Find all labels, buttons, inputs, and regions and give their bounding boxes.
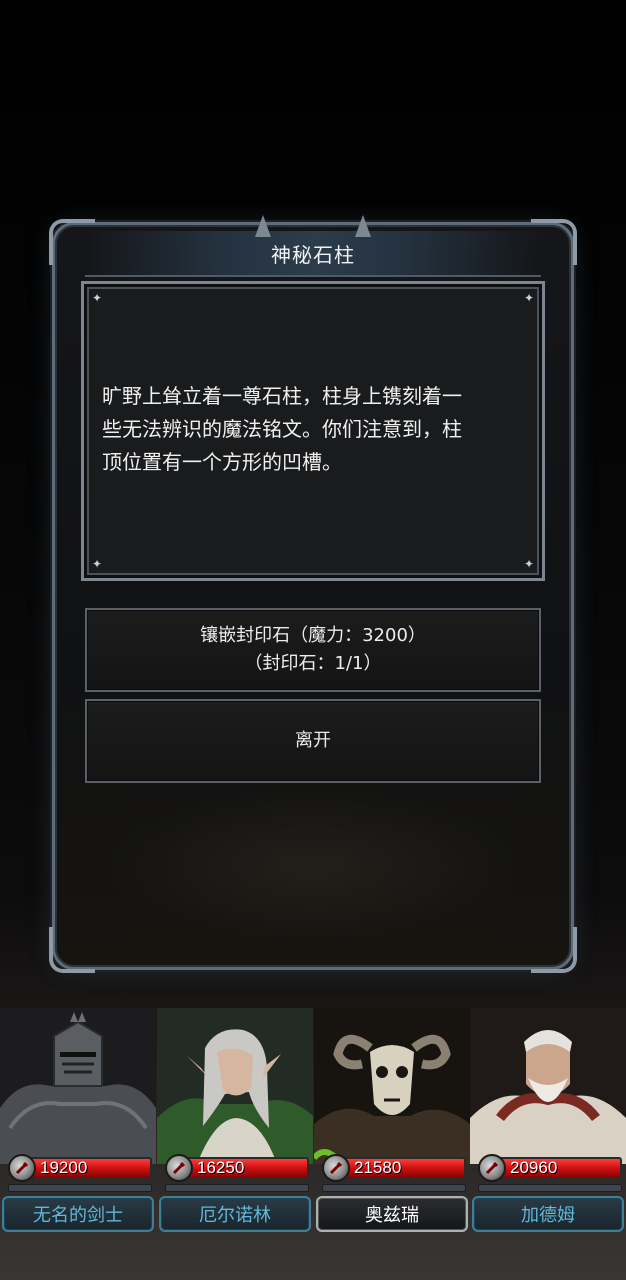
frame-corner-ornament	[49, 927, 95, 973]
mp-bar	[165, 1184, 309, 1192]
party-member-4[interactable]: 20960 加德姆	[470, 1008, 626, 1238]
option-sublabel: （封印石：1/1）	[244, 653, 382, 674]
hero-name-button[interactable]: 厄尔诺林	[159, 1196, 311, 1232]
party-member-2[interactable]: 16250 厄尔诺林	[157, 1008, 313, 1238]
sparkle-icon: ✦	[523, 557, 534, 571]
party-member-3[interactable]: 21580 奥兹瑞	[314, 1008, 470, 1238]
sparkle-icon: ✦	[92, 291, 103, 305]
party-member-1[interactable]: 19200 无名的剑士	[0, 1008, 156, 1238]
story-text: 旷野上耸立着一尊石柱，柱身上镌刻着一 些无法辨识的魔法铭文。你们注意到，柱 顶位…	[102, 380, 524, 479]
hp-value: 16250	[197, 1158, 245, 1177]
hp-gauge: 20960	[478, 1154, 622, 1182]
mp-bar	[8, 1184, 152, 1192]
hp-value: 20960	[510, 1158, 558, 1177]
option-label: 镶嵌封印石（魔力：3200）	[200, 625, 426, 646]
frame-corner-ornament	[531, 927, 577, 973]
hero-portrait[interactable]	[314, 1008, 470, 1164]
hp-sword-icon	[165, 1154, 193, 1182]
hp-sword-icon	[322, 1154, 350, 1182]
hp-gauge: 21580	[322, 1154, 466, 1182]
hero-portrait[interactable]	[157, 1008, 313, 1164]
hp-gauge: 16250	[165, 1154, 309, 1182]
hero-portrait[interactable]	[470, 1008, 626, 1164]
hero-name: 加德姆	[521, 1205, 575, 1226]
hp-sword-icon	[8, 1154, 36, 1182]
dialog-title-bar: 神秘石柱	[85, 215, 541, 277]
story-line: 旷野上耸立着一尊石柱，柱身上镌刻着一	[102, 384, 462, 408]
story-line: 顶位置有一个方形的凹槽。	[102, 450, 342, 474]
hero-name: 无名的剑士	[33, 1205, 123, 1226]
insert-seal-stone-button[interactable]: 镶嵌封印石（魔力：3200） （封印石：1/1）	[85, 608, 541, 692]
title-spike-ornament	[255, 215, 271, 237]
leave-button[interactable]: 离开	[85, 699, 541, 783]
title-spike-ornament	[355, 215, 371, 237]
hp-bar: 16250	[181, 1157, 309, 1179]
hp-value: 19200	[40, 1158, 88, 1177]
hp-value: 21580	[354, 1158, 402, 1177]
dialog-title: 神秘石柱	[271, 242, 355, 267]
hero-name: 厄尔诺林	[199, 1205, 271, 1226]
party-bar: 19200 无名的剑士 16250 厄尔诺林 21580 奥兹瑞 20960 加…	[0, 1008, 626, 1238]
hp-sword-icon	[478, 1154, 506, 1182]
option-label: 离开	[295, 730, 331, 751]
hp-bar: 21580	[338, 1157, 466, 1179]
event-dialog: 神秘石柱 ✦ ✦ ✦ ✦ 旷野上耸立着一尊石柱，柱身上镌刻着一 些无法辨识的魔法…	[49, 215, 577, 973]
hero-portrait[interactable]	[0, 1008, 156, 1164]
hero-name-button[interactable]: 加德姆	[472, 1196, 624, 1232]
hero-name-button[interactable]: 无名的剑士	[2, 1196, 154, 1232]
hp-gauge: 19200	[8, 1154, 152, 1182]
hero-name-button[interactable]: 奥兹瑞	[316, 1196, 468, 1232]
mp-bar	[478, 1184, 622, 1192]
hero-name: 奥兹瑞	[365, 1205, 419, 1226]
hp-bar: 19200	[24, 1157, 152, 1179]
hp-bar: 20960	[494, 1157, 622, 1179]
story-panel: ✦ ✦ ✦ ✦ 旷野上耸立着一尊石柱，柱身上镌刻着一 些无法辨识的魔法铭文。你们…	[81, 281, 545, 581]
sparkle-icon: ✦	[523, 291, 534, 305]
sparkle-icon: ✦	[92, 557, 103, 571]
mp-bar	[322, 1184, 466, 1192]
story-line: 些无法辨识的魔法铭文。你们注意到，柱	[102, 417, 462, 441]
